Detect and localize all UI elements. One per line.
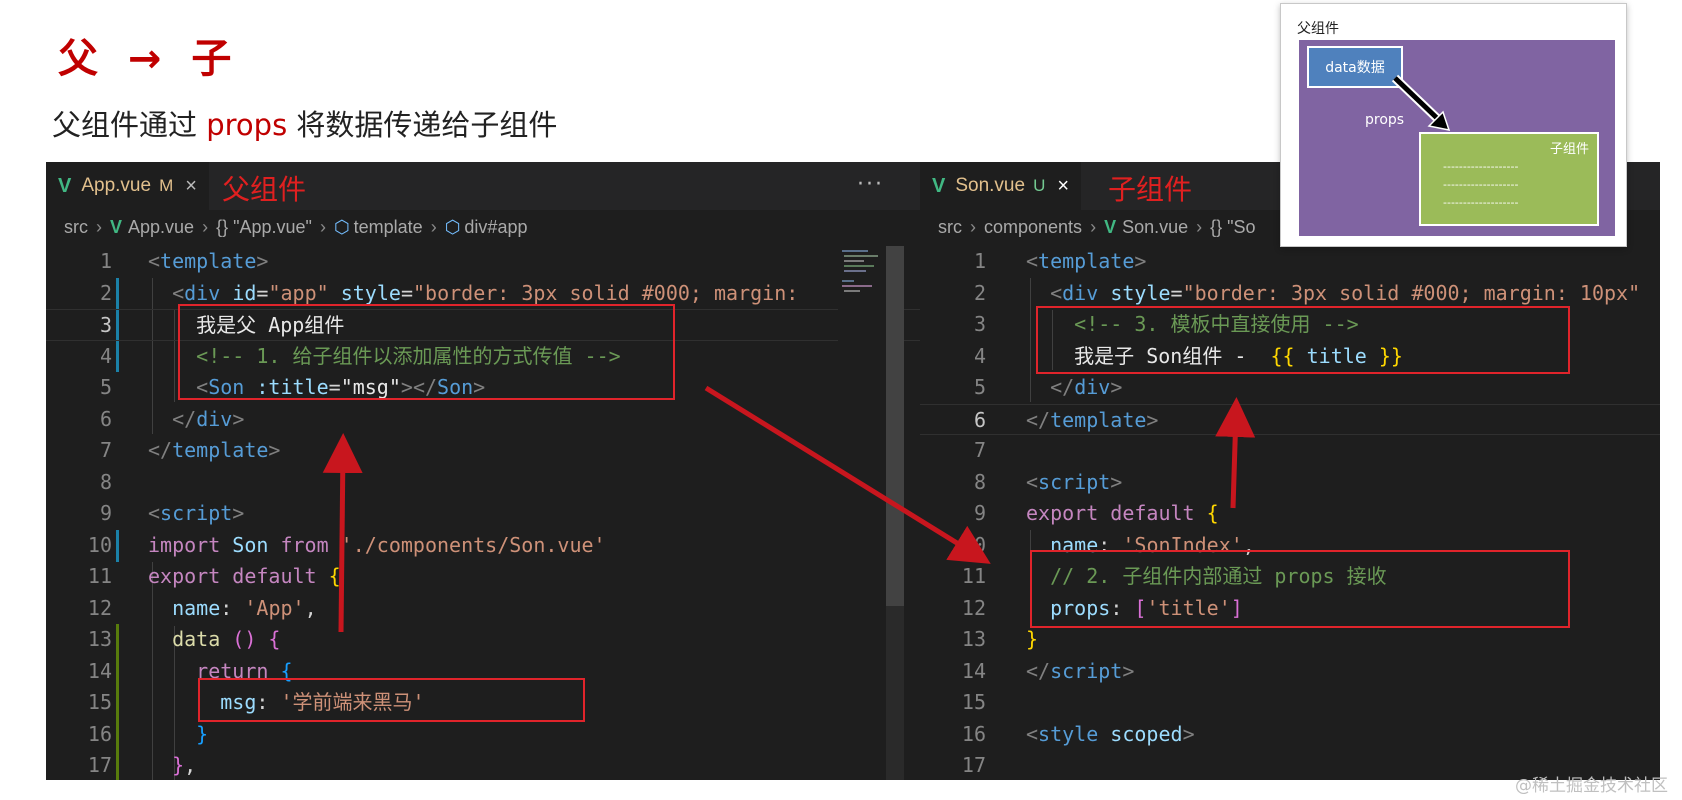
diagram-arrow-line — [1393, 76, 1441, 122]
watermark: @稀土掘金技术社区 — [1515, 776, 1668, 796]
diagram-dash-line: ------------------- — [1443, 160, 1519, 173]
props-diagram: 父组件 data数据 props 子组件 -------------------… — [1280, 3, 1627, 247]
diagram-dash-line: ------------------- — [1443, 196, 1519, 209]
diagram-child-box: 子组件 ------------------- ----------------… — [1419, 132, 1599, 226]
diagram-dash-line: ------------------- — [1443, 178, 1519, 191]
diagram-child-label: 子组件 — [1549, 142, 1589, 157]
arrow-parent-to-child — [704, 385, 991, 564]
arrow-msg-to-son — [322, 433, 363, 633]
arrow-props-to-template — [1215, 397, 1256, 509]
